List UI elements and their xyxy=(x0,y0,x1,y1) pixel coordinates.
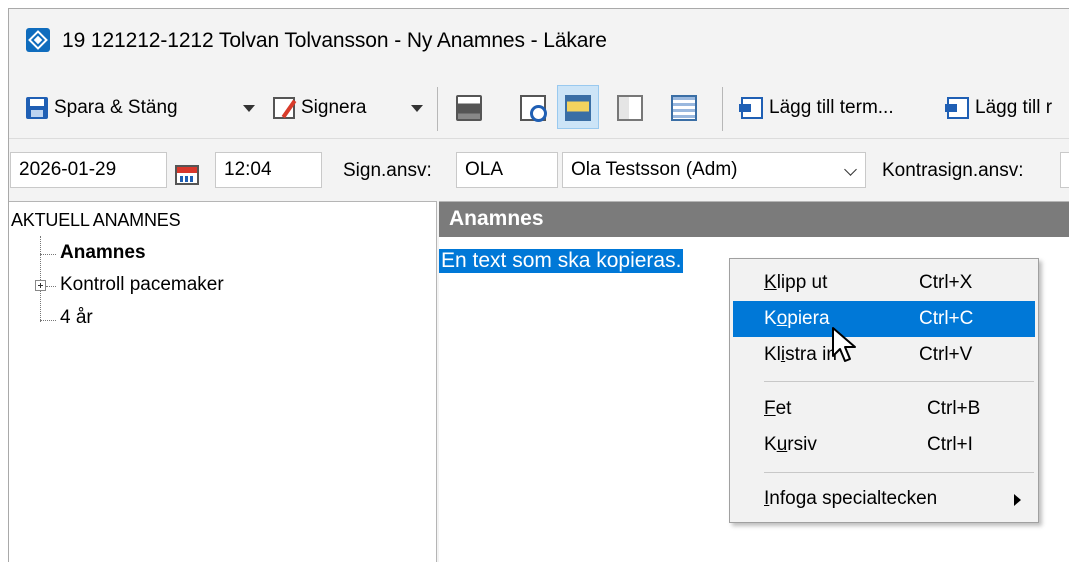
menu-item-label: Kursiv xyxy=(764,434,817,455)
sign-resp-name-value: Ola Testsson (Adm) xyxy=(571,159,738,180)
menu-item-label: Infoga specialtecken xyxy=(764,488,938,509)
menu-item-insert-special-char[interactable]: Infoga specialtecken xyxy=(733,481,1035,517)
layout-horizontal-icon[interactable] xyxy=(565,95,591,121)
chevron-down-icon xyxy=(844,163,857,176)
sign-resp-code-field[interactable]: OLA xyxy=(456,152,558,188)
date-field[interactable]: 2026-01-29 xyxy=(10,152,167,188)
toolbar: Spara & Stäng Signera Lägg till term... … xyxy=(9,75,1069,139)
menu-item-label: Klipp ut xyxy=(764,272,828,293)
countersign-label: Kontrasign.ansv: xyxy=(882,160,1024,181)
menu-separator xyxy=(764,472,1034,473)
menu-item-label: Kopiera xyxy=(764,308,830,329)
tree-item-4-ar[interactable]: 4 år xyxy=(60,307,93,329)
add-more-button[interactable]: Lägg till r xyxy=(945,92,1053,124)
expand-plus-icon[interactable] xyxy=(35,280,46,291)
window-title: 19 121212-1212 Tolvan Tolvansson - Ny An… xyxy=(62,29,607,52)
menu-item-italic[interactable]: Kursiv Ctrl+I xyxy=(733,427,1035,463)
sign-button[interactable]: Signera xyxy=(273,92,367,124)
title-bar: 19 121212-1212 Tolvan Tolvansson - Ny An… xyxy=(9,9,1069,75)
countersign-field[interactable] xyxy=(1060,152,1069,188)
menu-separator xyxy=(764,381,1034,382)
menu-item-shortcut: Ctrl+B xyxy=(927,398,981,419)
chevron-down-icon xyxy=(243,104,255,112)
menu-item-paste[interactable]: Klistra in Ctrl+V xyxy=(733,337,1035,373)
toolbar-separator xyxy=(437,87,438,131)
toolbar-separator xyxy=(722,87,723,131)
tree-connector xyxy=(46,286,56,287)
sign-label: Signera xyxy=(301,97,367,118)
app-logo-icon xyxy=(26,28,50,52)
tree-item-kontroll-pacemaker[interactable]: Kontroll pacemaker xyxy=(60,274,224,296)
add-term-button[interactable]: Lägg till term... xyxy=(739,92,894,124)
sign-resp-label: Sign.ansv: xyxy=(343,160,432,181)
layout-list-icon[interactable] xyxy=(671,95,697,121)
sign-resp-name-select[interactable]: Ola Testsson (Adm) xyxy=(562,152,866,188)
menu-item-bold[interactable]: Fet Ctrl+B xyxy=(733,391,1035,427)
add-term-icon xyxy=(739,97,763,119)
editor-header: Anamnes xyxy=(439,202,1069,237)
tree-connector xyxy=(40,320,56,321)
menu-item-label: Fet xyxy=(764,398,792,419)
floppy-disk-icon xyxy=(26,97,48,119)
layout-vertical-icon[interactable] xyxy=(617,95,643,121)
tree-connector xyxy=(40,236,41,322)
add-more-label: Lägg till r xyxy=(975,97,1053,118)
add-term-label: Lägg till term... xyxy=(769,97,894,118)
mouse-pointer-icon xyxy=(832,327,856,362)
calendar-icon[interactable] xyxy=(175,165,199,185)
menu-item-shortcut: Ctrl+X xyxy=(919,272,973,293)
save-close-label: Spara & Stäng xyxy=(54,97,178,118)
menu-item-copy[interactable]: Kopiera Ctrl+C xyxy=(733,301,1035,337)
tree-connector xyxy=(40,254,56,255)
pen-sign-icon xyxy=(273,97,295,119)
add-document-icon xyxy=(945,97,969,119)
menu-item-label: Klistra in xyxy=(764,344,837,365)
signing-fields-row: 2026-01-29 12:04 Sign.ansv: OLA Ola Test… xyxy=(9,140,1069,196)
context-menu: Klipp ut Ctrl+X Kopiera Ctrl+C Klistra i… xyxy=(729,258,1039,523)
submenu-arrow-icon xyxy=(1014,494,1021,506)
chevron-down-icon xyxy=(411,104,423,112)
menu-item-cut[interactable]: Klipp ut Ctrl+X xyxy=(733,265,1035,301)
save-close-button[interactable]: Spara & Stäng xyxy=(26,92,178,124)
sign-dropdown-button[interactable] xyxy=(411,92,423,124)
menu-item-shortcut: Ctrl+I xyxy=(927,434,973,455)
save-dropdown-button[interactable] xyxy=(243,92,255,124)
printer-icon[interactable] xyxy=(456,95,482,121)
tree-item-anamnes[interactable]: Anamnes xyxy=(60,242,146,264)
anamnes-tree: AKTUELL ANAMNES Anamnes Kontroll pacemak… xyxy=(9,201,437,562)
print-preview-icon[interactable] xyxy=(520,95,547,122)
tree-root-label[interactable]: AKTUELL ANAMNES xyxy=(11,210,181,231)
time-field[interactable]: 12:04 xyxy=(215,152,322,188)
menu-item-shortcut: Ctrl+V xyxy=(919,344,973,365)
selected-text[interactable]: En text som ska kopieras. xyxy=(439,249,684,273)
menu-item-shortcut: Ctrl+C xyxy=(919,308,974,329)
